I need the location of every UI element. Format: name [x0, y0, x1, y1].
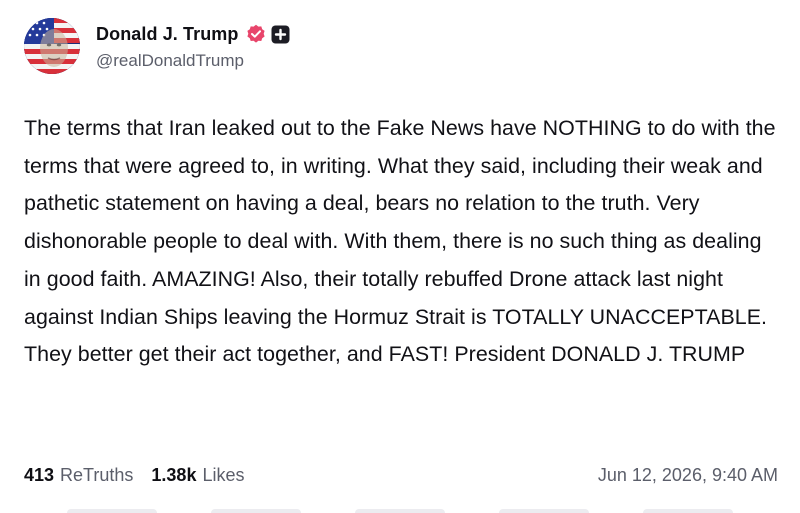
plus-square-icon	[271, 25, 290, 44]
action-bar-edge	[0, 505, 800, 513]
author-names: Donald J. Trump @realDonaldTrump	[96, 21, 290, 71]
likes-count: 1.38k	[151, 464, 197, 485]
retruths-count: 413	[24, 464, 55, 485]
post-text: The terms that Iran leaked out to the Fa…	[24, 116, 776, 367]
avatar[interactable]	[24, 18, 80, 74]
truth-post: Donald J. Trump @realDonaldTrump The ter…	[0, 0, 800, 513]
retruths-stat[interactable]: 413 ReTruths	[24, 465, 133, 486]
likes-stat[interactable]: 1.38k Likes	[151, 465, 244, 486]
action-slot	[355, 509, 445, 513]
post-timestamp[interactable]: Jun 12, 2026, 9:40 AM	[598, 465, 778, 486]
post-footer: 413 ReTruths 1.38k Likes Jun 12, 2026, 9…	[24, 460, 778, 490]
action-slot	[643, 509, 733, 513]
likes-label: Likes	[202, 464, 245, 485]
verified-badge-icon	[246, 24, 266, 44]
post-header: Donald J. Trump @realDonaldTrump	[24, 16, 290, 76]
name-row: Donald J. Trump	[96, 21, 290, 47]
action-slot	[499, 509, 589, 513]
post-body: The terms that Iran leaked out to the Fa…	[24, 110, 780, 374]
user-handle[interactable]: @realDonaldTrump	[96, 51, 290, 71]
action-slot	[67, 509, 157, 513]
action-slot	[211, 509, 301, 513]
retruths-label: ReTruths	[60, 464, 134, 485]
avatar-image	[24, 18, 80, 74]
display-name[interactable]: Donald J. Trump	[96, 24, 239, 45]
